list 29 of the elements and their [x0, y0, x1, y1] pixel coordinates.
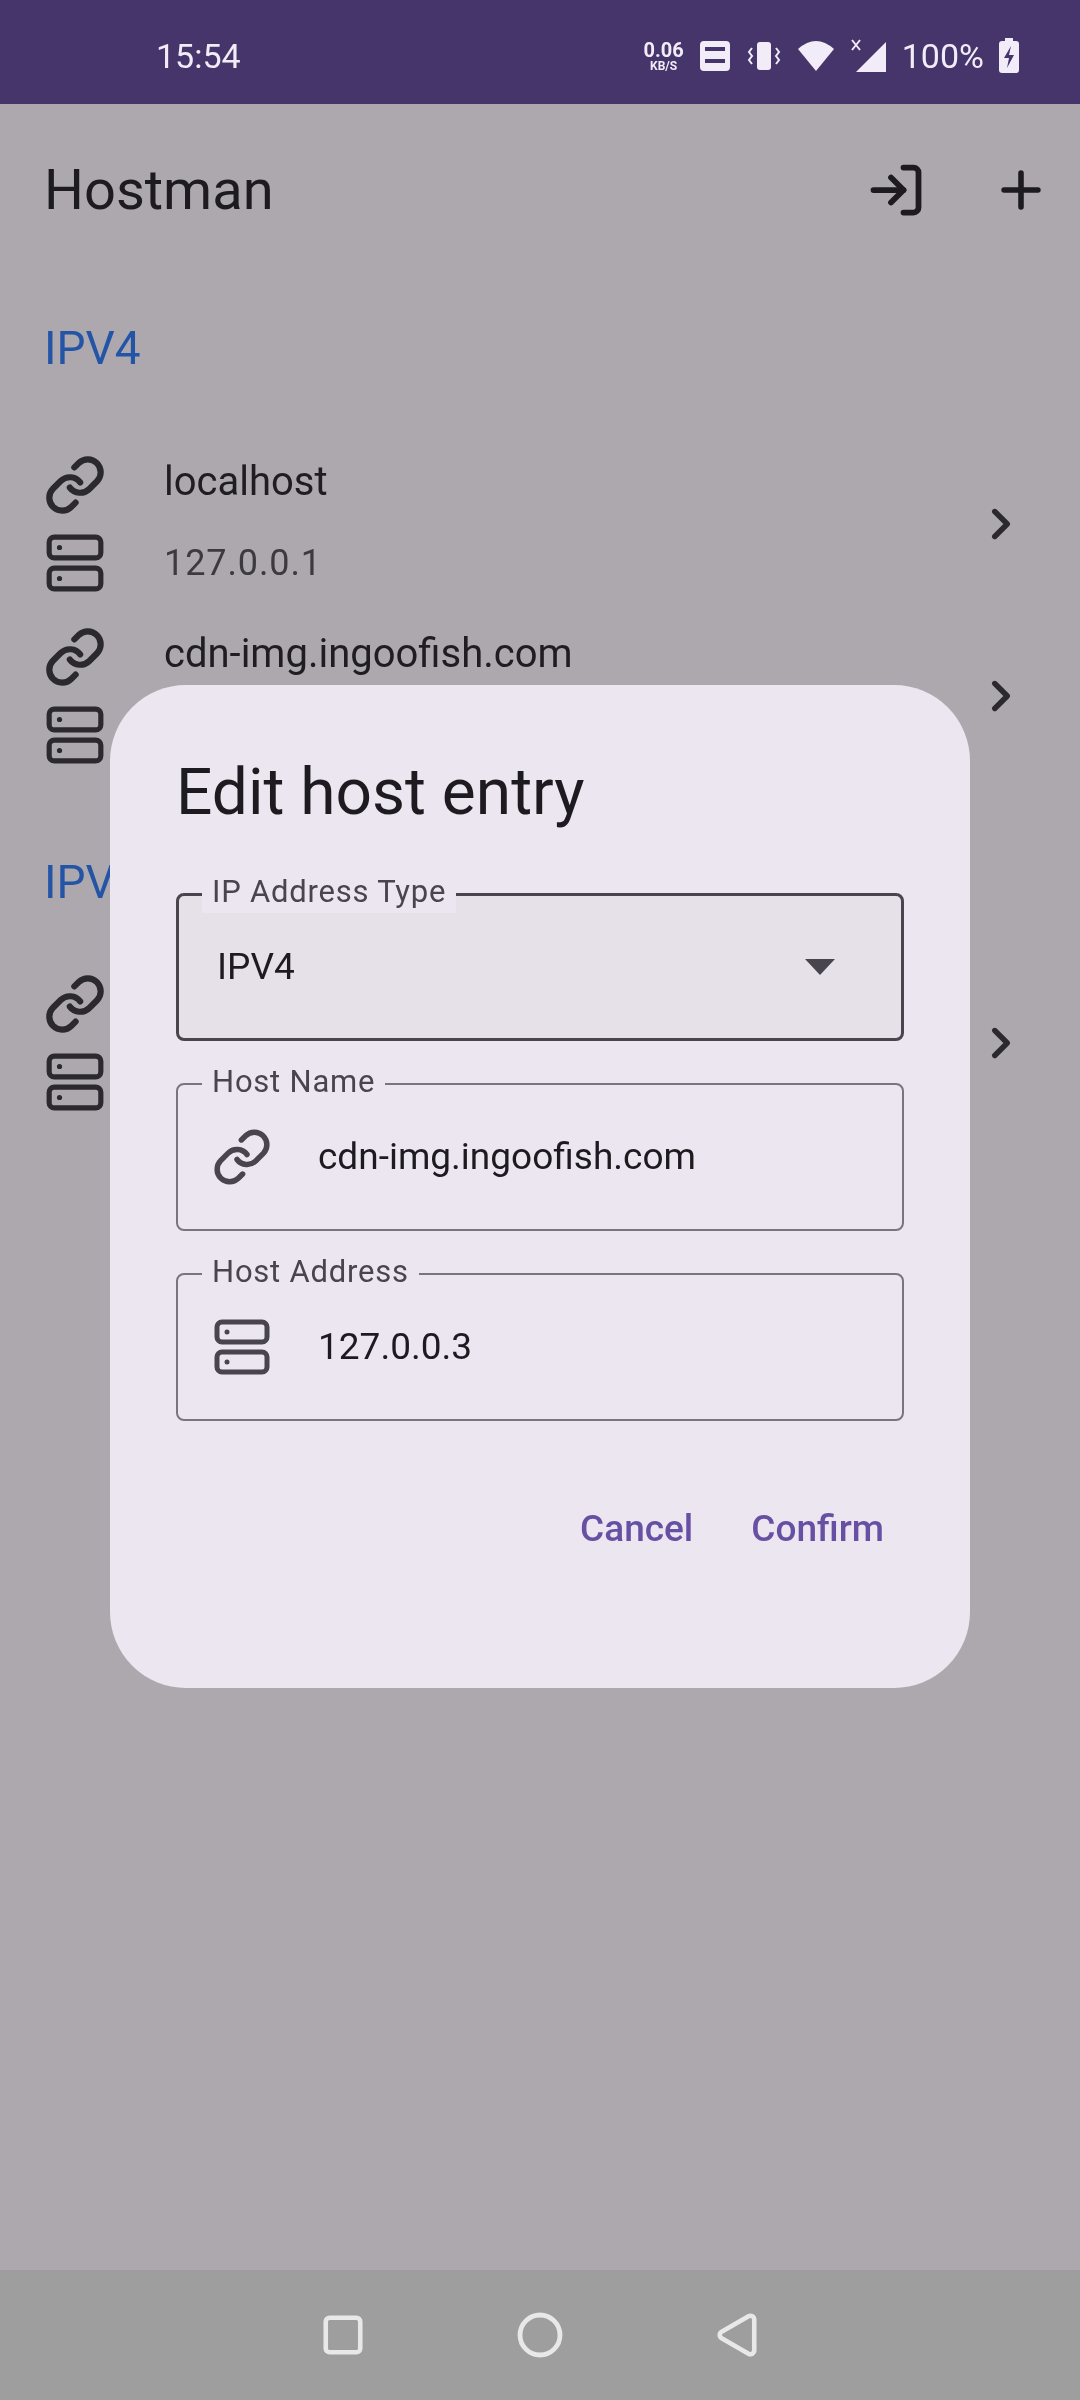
wifi-icon: [795, 39, 836, 73]
field-value: cdn-img.ingoofish.com: [318, 1134, 696, 1181]
dialog-button[interactable]: Cancel: [556, 1485, 718, 1573]
server-icon: [44, 704, 106, 766]
dialog-title: Edit host entry: [176, 754, 586, 832]
link-icon: [212, 1127, 272, 1187]
app-title: Hostman: [44, 156, 274, 225]
dialog-button[interactable]: Confirm: [727, 1485, 908, 1573]
server-icon: [44, 1051, 106, 1113]
dropdown-caret-icon: [805, 959, 835, 975]
server-icon: [212, 1317, 272, 1377]
field-value: 127.0.0.3: [318, 1324, 473, 1371]
link-icon: [44, 626, 106, 688]
field-value: IPV4: [217, 944, 295, 991]
clock-time: 15:54: [156, 34, 241, 78]
link-icon: [44, 454, 106, 516]
volte-icon: [697, 39, 732, 73]
signal-icon: [849, 38, 888, 74]
host-name: cdn-img.ingoofish.com: [164, 634, 573, 674]
link-icon: [44, 973, 106, 1035]
section-header: IPV: [44, 854, 115, 911]
host-address: 127.0.0.1: [164, 541, 323, 586]
battery-charging-icon: [998, 38, 1020, 74]
network-speed: 0.06: [643, 40, 684, 60]
server-icon: [44, 532, 106, 594]
section-header: IPV4: [44, 320, 141, 377]
speed-unit: KB/S: [650, 60, 678, 72]
host-name: localhost: [164, 462, 328, 502]
battery-percent: 100%: [901, 34, 984, 78]
